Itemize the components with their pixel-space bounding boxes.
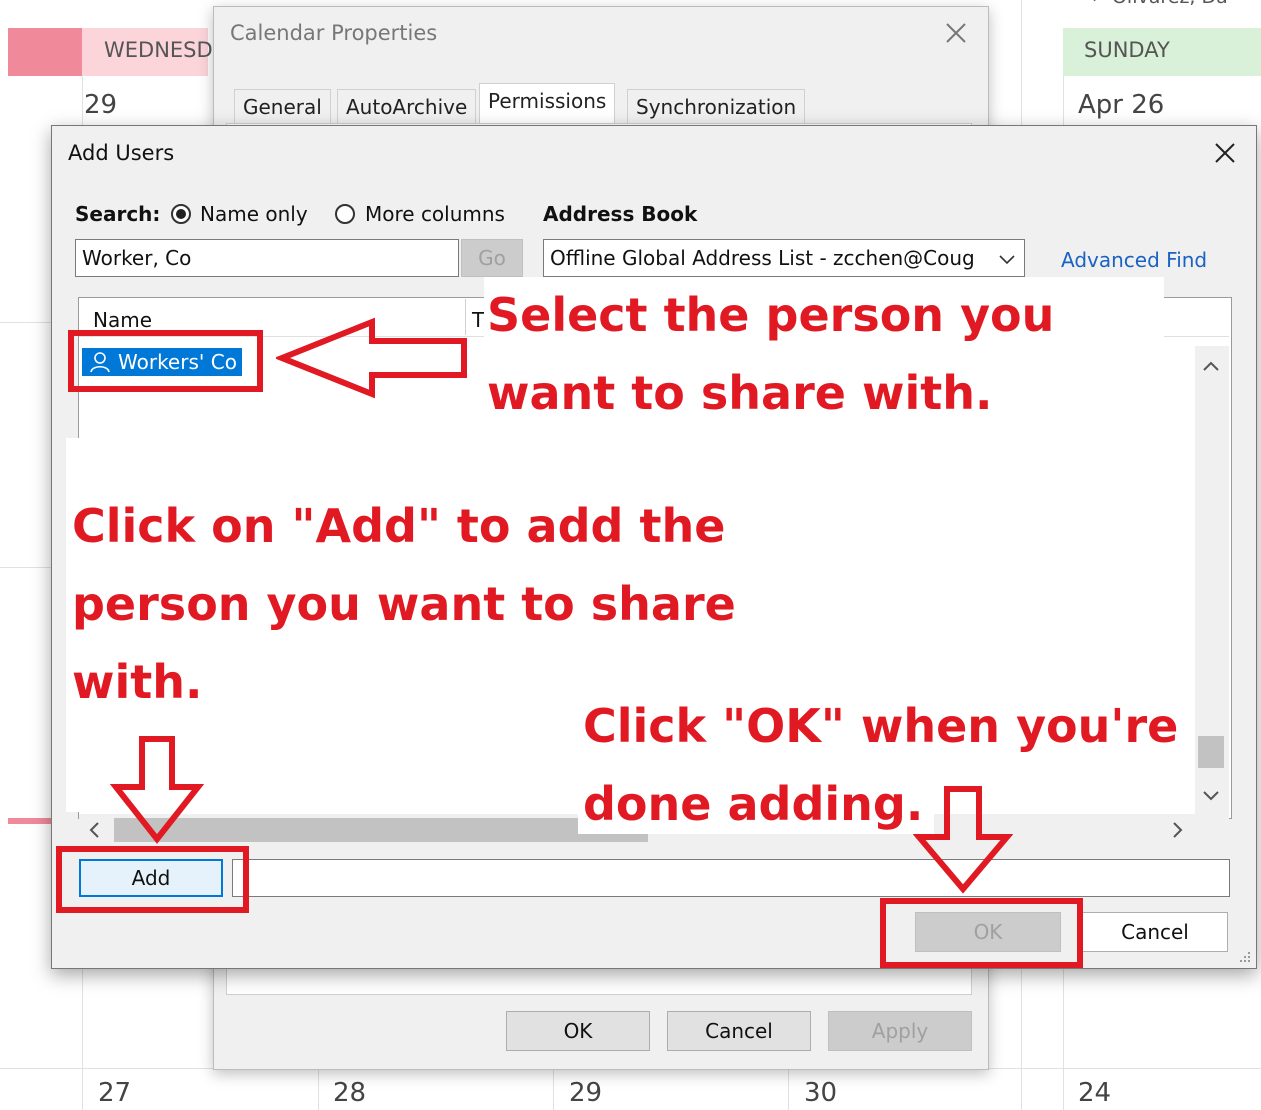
tab-general[interactable]: General [234,89,331,124]
sunday-date: Apr 26 [1078,90,1165,120]
name-only-label: Name only [200,202,308,226]
calendar-properties-title: Calendar Properties [230,21,438,45]
more-columns-radio[interactable] [335,204,355,224]
grid-line [0,567,51,568]
annotation-add-line3: with. [72,655,203,709]
annotation-add-line1: Click on "Add" to add the [72,499,726,553]
scroll-left-icon[interactable] [88,821,102,839]
annotation-select-line1: Select the person you [487,288,1055,342]
address-book-label: Address Book [543,202,698,226]
chevron-down-icon[interactable] [998,252,1016,266]
column-header-title[interactable]: T [472,308,484,332]
wednesday-date: 29 [84,90,118,120]
annotation-select-line2: want to share with. [487,366,993,420]
properties-ok-button[interactable]: OK [506,1011,650,1051]
bottom-date: 28 [333,1078,367,1108]
cancel-button[interactable]: Cancel [1082,912,1228,952]
bottom-date: 29 [569,1078,603,1108]
highlight-selected-person [68,330,263,392]
search-label: Search: [75,202,161,226]
close-icon[interactable] [1212,140,1238,166]
grid-line [553,1068,554,1110]
annotation-ok-line2: done adding. [583,777,924,831]
tab-permissions[interactable]: Permissions [479,83,616,124]
address-book-select[interactable]: Offline Global Address List - zcchen@Cou… [543,239,1025,277]
bottom-date: 24 [1078,1078,1112,1108]
calendar-event-stripe [8,818,51,824]
sunday-label: SUNDAY [1084,38,1170,62]
arrow-down-icon [912,785,1014,895]
scroll-up-icon[interactable] [1202,358,1220,372]
grid-line [0,322,51,323]
wednesday-label: WEDNESD [104,38,213,62]
vertical-scroll-thumb[interactable] [1198,736,1224,768]
more-columns-label: More columns [365,202,505,226]
sunday-top-partial: ← Olivarez, Da [1090,0,1228,8]
annotation-ok-line1: Click "OK" when you're [583,699,1179,753]
resize-grip-icon[interactable] [1236,948,1252,964]
grid-line [788,1068,789,1110]
highlight-ok-button [880,898,1083,968]
bottom-date: 27 [98,1078,132,1108]
properties-cancel-button[interactable]: Cancel [667,1011,811,1051]
selected-users-field[interactable] [232,859,1230,897]
properties-apply-button[interactable]: Apply [828,1011,972,1051]
go-button[interactable]: Go [461,239,523,277]
highlight-add-button [56,846,249,913]
tab-synchronization[interactable]: Synchronization [627,89,806,124]
bottom-date: 30 [804,1078,838,1108]
arrow-down-icon [109,735,205,845]
dialog-title: Add Users [68,141,175,165]
scroll-down-icon[interactable] [1202,788,1220,802]
arrow-left-icon [273,317,472,399]
close-icon[interactable] [942,19,970,47]
tab-autoarchive[interactable]: AutoArchive [337,89,477,124]
annotation-add-line2: person you want to share [72,577,736,631]
advanced-find-link[interactable]: Advanced Find [1061,248,1207,272]
search-input[interactable]: Worker, Co [75,239,459,277]
column-header-name[interactable]: Name [93,308,152,332]
name-only-radio[interactable] [171,204,191,224]
grid-line [318,1068,319,1110]
wednesday-header-stripe [8,28,82,76]
scroll-right-icon[interactable] [1170,821,1184,839]
